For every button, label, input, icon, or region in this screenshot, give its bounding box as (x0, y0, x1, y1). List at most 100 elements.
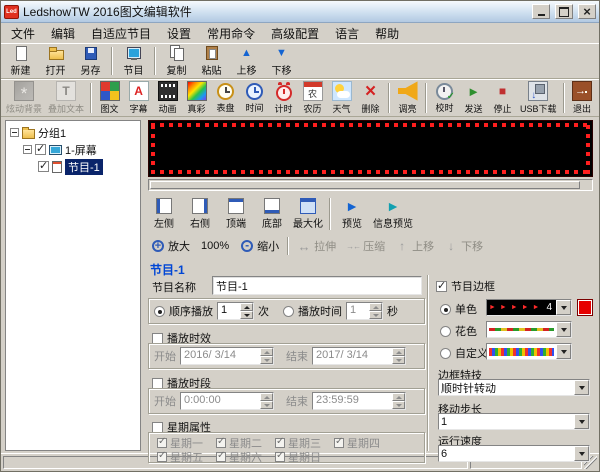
menu-common-commands[interactable]: 常用命令 (199, 23, 263, 44)
exit-button[interactable]: 退出 (568, 79, 597, 117)
mono-border-style-select[interactable]: 4 (486, 299, 572, 316)
dazzle-background-button[interactable]: 炫动背景 (3, 79, 45, 117)
stop-button[interactable]: 停止 (488, 79, 517, 117)
weekday-checkbox[interactable] (275, 452, 285, 462)
brightness-button[interactable]: 调亮 (393, 79, 422, 117)
play-period-checkbox[interactable] (152, 378, 163, 389)
align-right-button[interactable]: 右侧 (182, 196, 218, 232)
menu-language[interactable]: 语言 (327, 23, 367, 44)
move-up-button[interactable]: 上移 (229, 43, 264, 79)
zoom-in-button[interactable]: 放大 (146, 236, 195, 256)
tree-item-group[interactable]: 分组1 (7, 124, 139, 141)
copy-button[interactable]: 复制 (159, 43, 194, 79)
play-time-stepper[interactable]: 1 (346, 302, 383, 320)
weekday-checkbox[interactable] (216, 452, 226, 462)
menu-advanced-config[interactable]: 高级配置 (263, 23, 327, 44)
custom-color-radio[interactable] (440, 348, 451, 359)
lunar-button[interactable]: 农历 (298, 79, 327, 117)
chevron-down-icon[interactable] (574, 414, 589, 429)
maximize-button[interactable]: 最大化 (290, 196, 326, 232)
period-start-field[interactable]: 0:00:00 (180, 392, 274, 410)
paste-button[interactable]: 粘贴 (194, 43, 229, 79)
menu-file[interactable]: 文件 (3, 23, 43, 44)
tree-collapse-icon[interactable] (10, 128, 19, 137)
screen-checkbox[interactable] (35, 144, 46, 155)
play-time-radio[interactable] (283, 306, 294, 317)
overlay-text-button[interactable]: 叠加文本 (45, 79, 87, 117)
run-speed-select[interactable]: 6 (438, 445, 590, 462)
close-button[interactable] (578, 4, 596, 19)
zoom-in-icon (151, 239, 165, 253)
time-sync-button[interactable]: 校时 (430, 81, 459, 116)
pattern-border-style-select[interactable] (486, 321, 572, 338)
menu-help[interactable]: 帮助 (367, 23, 407, 44)
align-left-button[interactable]: 左侧 (146, 196, 182, 232)
compress-button[interactable]: 压缩 (341, 236, 390, 256)
tree-item-program[interactable]: 节目-1 (7, 158, 139, 175)
program-border-checkbox[interactable] (436, 281, 447, 292)
graphic-text-button[interactable]: 图文 (95, 79, 124, 117)
weekday-property-checkbox[interactable] (152, 422, 163, 433)
weekday-checkbox[interactable] (157, 438, 167, 448)
validity-start-field[interactable]: 2016/ 3/14 (180, 347, 274, 365)
period-end-field[interactable]: 23:59:59 (312, 392, 406, 410)
tree-item-screen[interactable]: 1-屏幕 (7, 141, 139, 158)
timer-button[interactable]: 计时 (269, 80, 298, 117)
move-down-button[interactable]: 下移 (264, 43, 299, 79)
area-move-up-button[interactable]: 上移 (390, 236, 439, 256)
time-button[interactable]: 时间 (240, 81, 269, 116)
new-button[interactable]: 新建 (3, 43, 38, 79)
preview-button[interactable]: 预览 (334, 196, 370, 232)
minimize-button[interactable] (532, 4, 550, 19)
chevron-down-icon[interactable] (574, 446, 589, 461)
play-count-stepper[interactable]: 1 (217, 302, 254, 320)
area-move-down-button[interactable]: 下移 (439, 236, 488, 256)
border-effect-select[interactable]: 顺时针转动 (438, 379, 590, 396)
tree-collapse-icon[interactable] (23, 145, 32, 154)
play-validity-checkbox[interactable] (152, 333, 163, 344)
stretch-button[interactable]: 拉伸 (292, 236, 341, 256)
led-preview-screen[interactable] (148, 120, 593, 177)
animation-button[interactable]: 动画 (153, 79, 182, 117)
weekday-checkbox[interactable] (275, 438, 285, 448)
menu-adaptive-program[interactable]: 自适应节目 (83, 23, 159, 44)
delete-button[interactable]: 删除 (356, 79, 385, 117)
weekday-checkbox[interactable] (216, 438, 226, 448)
program-button[interactable]: 节目 (116, 43, 151, 79)
align-bottom-button[interactable]: 底部 (254, 196, 290, 232)
weekday-checkbox[interactable] (334, 438, 344, 448)
align-top-button[interactable]: 顶端 (218, 196, 254, 232)
open-button[interactable]: 打开 (38, 43, 73, 79)
info-preview-button[interactable]: 信息预览 (370, 196, 416, 232)
custom-border-style-select[interactable] (486, 343, 572, 360)
validity-end-field[interactable]: 2017/ 3/14 (312, 347, 406, 365)
mono-color-radio[interactable] (440, 304, 451, 315)
menu-settings[interactable]: 设置 (159, 23, 199, 44)
program-checkbox[interactable] (38, 161, 49, 172)
chevron-down-icon[interactable] (556, 300, 571, 315)
scrollbar-thumb[interactable] (150, 181, 580, 189)
maximize-window-button[interactable] (555, 4, 573, 19)
weekday-checkbox[interactable] (157, 452, 167, 462)
subtitle-button[interactable]: 字幕 (124, 79, 153, 117)
zoom-out-button[interactable]: 缩小 (235, 236, 284, 256)
move-step-select[interactable]: 1 (438, 413, 590, 430)
preview-scrollbar[interactable] (148, 179, 593, 191)
move-down-icon (444, 239, 458, 253)
true-color-button[interactable]: 真彩 (182, 79, 211, 117)
program-tree[interactable]: 分组1 1-屏幕 节目-1 (5, 120, 141, 451)
usb-download-button[interactable]: USB下载 (517, 79, 560, 117)
pattern-color-radio[interactable] (440, 326, 451, 337)
program-name-input[interactable]: 节目-1 (212, 276, 422, 295)
dial-button[interactable]: 表盘 (211, 81, 240, 116)
chevron-down-icon[interactable] (574, 380, 589, 395)
weather-button[interactable]: 天气 (327, 79, 356, 117)
title-bar[interactable]: LedshowTW 2016图文编辑软件 (1, 1, 599, 23)
border-color-swatch[interactable] (577, 299, 593, 316)
sequential-play-radio[interactable] (154, 306, 165, 317)
chevron-down-icon[interactable] (556, 322, 571, 337)
save-as-button[interactable]: 另存 (73, 43, 108, 79)
send-button[interactable]: 发送 (459, 79, 488, 117)
menu-edit[interactable]: 编辑 (43, 23, 83, 44)
chevron-down-icon[interactable] (556, 344, 571, 359)
